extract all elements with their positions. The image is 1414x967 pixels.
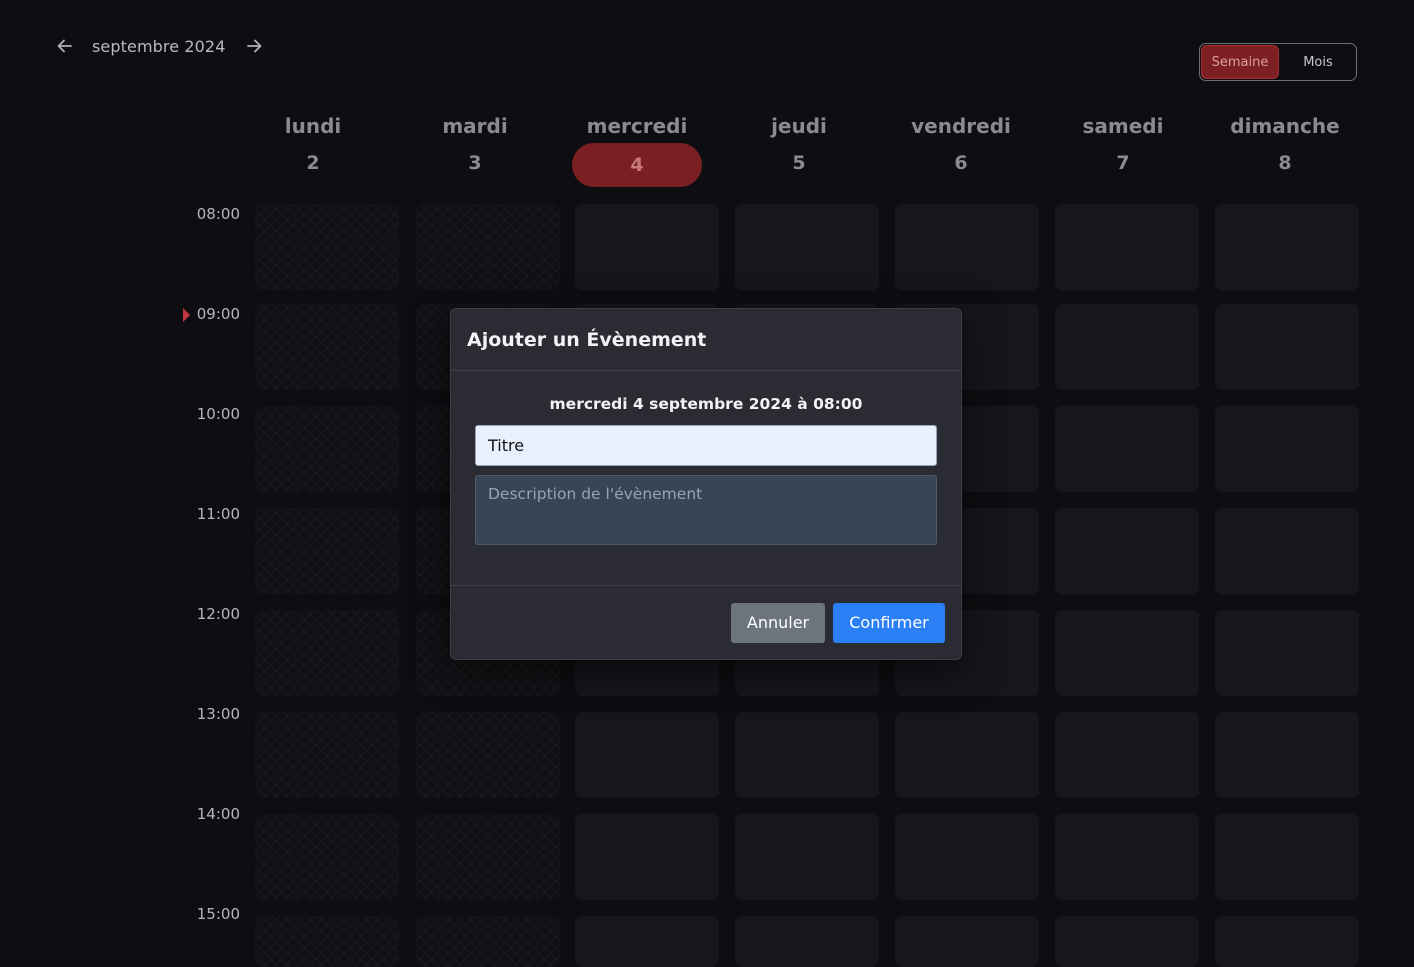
day-header-mercredi[interactable]: mercredi 4 (557, 112, 717, 187)
event-datetime: mercredi 4 septembre 2024 à 08:00 (549, 395, 863, 413)
time-slot-cell (416, 204, 560, 290)
current-time-marker-icon (183, 308, 190, 322)
day-name: jeudi (771, 114, 827, 138)
time-slot-cell[interactable] (1215, 814, 1359, 900)
day-header-jeudi[interactable]: jeudi 5 (719, 112, 879, 190)
time-slot-cell[interactable] (735, 916, 879, 967)
time-slot-cell[interactable] (575, 204, 719, 290)
day-number: 2 (306, 152, 320, 174)
day-name: mardi (442, 114, 508, 138)
time-label-0800: 08:00 (196, 205, 240, 223)
time-label-1500: 15:00 (196, 905, 240, 923)
arrow-left-icon[interactable] (54, 35, 76, 57)
time-slot-cell (255, 304, 399, 390)
time-slot-cell (255, 712, 399, 798)
add-event-modal: Ajouter un Évènement mercredi 4 septembr… (450, 308, 962, 660)
cancel-button[interactable]: Annuler (731, 602, 825, 643)
modal-title: Ajouter un Évènement (467, 328, 707, 351)
today-badge: 4 (572, 143, 702, 187)
time-slot-cell (416, 712, 560, 798)
time-slot-cell[interactable] (895, 814, 1039, 900)
modal-body: mercredi 4 septembre 2024 à 08:00 Titre … (451, 371, 961, 545)
time-slot-cell (255, 406, 399, 492)
time-slot-cell (255, 814, 399, 900)
day-header-vendredi[interactable]: vendredi 6 (881, 112, 1041, 190)
time-slot-cell[interactable] (1055, 916, 1199, 967)
time-slot-cell[interactable] (1215, 304, 1359, 390)
time-label-1400: 14:00 (196, 805, 240, 823)
time-slot-cell (255, 610, 399, 696)
time-slot-cell[interactable] (895, 204, 1039, 290)
time-slot-cell[interactable] (735, 204, 879, 290)
day-header-mardi[interactable]: mardi 3 (395, 112, 555, 190)
view-option-month[interactable]: Mois (1280, 44, 1356, 80)
event-title-input[interactable]: Titre (475, 425, 937, 466)
time-slot-cell[interactable] (1215, 712, 1359, 798)
arrow-right-icon[interactable] (243, 35, 265, 57)
time-slot-cell[interactable] (735, 712, 879, 798)
confirm-button[interactable]: Confirmer (833, 602, 945, 643)
modal-header: Ajouter un Évènement (451, 309, 961, 371)
time-slot-cell[interactable] (1215, 610, 1359, 696)
modal-footer: Annuler Confirmer (451, 585, 961, 659)
time-slot-cell[interactable] (1055, 204, 1199, 290)
day-header-samedi[interactable]: samedi 7 (1043, 112, 1203, 190)
day-name: samedi (1082, 114, 1164, 138)
day-number: 7 (1116, 152, 1130, 174)
time-label-1000: 10:00 (196, 405, 240, 423)
time-slot-cell[interactable] (1055, 610, 1199, 696)
time-slot-cell (416, 814, 560, 900)
time-slot-cell[interactable] (1055, 406, 1199, 492)
time-label-1200: 12:00 (196, 605, 240, 623)
day-name: dimanche (1230, 114, 1340, 138)
day-number: 5 (792, 152, 806, 174)
time-slot-cell[interactable] (1215, 204, 1359, 290)
time-slot-cell (255, 508, 399, 594)
time-slot-cell[interactable] (1055, 712, 1199, 798)
time-slot-cell[interactable] (1055, 304, 1199, 390)
day-number: 6 (954, 152, 968, 174)
time-slot-cell (255, 916, 399, 967)
time-slot-cell[interactable] (575, 814, 719, 900)
day-header-dimanche[interactable]: dimanche 8 (1205, 112, 1365, 190)
view-toggle: Semaine Mois (1199, 43, 1357, 81)
day-number: 8 (1278, 152, 1292, 174)
month-navigation: septembre 2024 (54, 30, 265, 62)
time-label-0900: 09:00 (196, 305, 240, 323)
time-slot-cell[interactable] (1215, 508, 1359, 594)
time-slot-cell[interactable] (895, 712, 1039, 798)
time-slot-cell[interactable] (1055, 508, 1199, 594)
view-option-week[interactable]: Semaine (1201, 45, 1279, 79)
day-name: vendredi (911, 114, 1011, 138)
time-slot-cell[interactable] (575, 712, 719, 798)
time-slot-cell[interactable] (735, 814, 879, 900)
day-name: lundi (284, 114, 342, 138)
day-number: 3 (468, 152, 482, 174)
time-slot-cell[interactable] (575, 916, 719, 967)
time-slot-cell[interactable] (1215, 916, 1359, 967)
time-label-1300: 13:00 (196, 705, 240, 723)
day-header-lundi[interactable]: lundi 2 (233, 112, 393, 190)
day-name: mercredi (586, 114, 688, 138)
time-slot-cell[interactable] (1215, 406, 1359, 492)
time-slot-cell (255, 204, 399, 290)
time-label-1100: 11:00 (196, 505, 240, 523)
month-label: septembre 2024 (92, 36, 226, 56)
event-description-input[interactable]: Description de l'évènement (475, 475, 937, 545)
time-slot-cell (416, 916, 560, 967)
time-slot-cell[interactable] (895, 916, 1039, 967)
time-slot-cell[interactable] (1055, 814, 1199, 900)
